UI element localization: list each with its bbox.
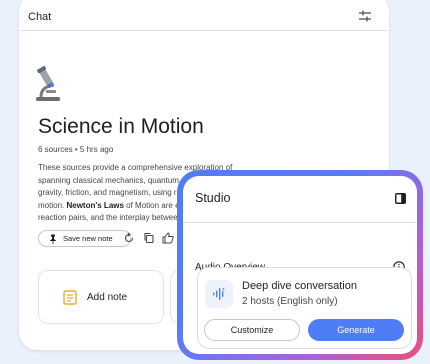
pin-icon xyxy=(50,234,56,244)
save-note-label: Save new note xyxy=(63,234,113,243)
add-note-button[interactable]: Add note xyxy=(38,270,164,324)
add-note-label: Add note xyxy=(87,292,128,303)
generate-button[interactable]: Generate xyxy=(308,319,404,341)
deep-dive-card: Deep dive conversation 2 hosts (English … xyxy=(197,267,412,349)
summary-text: of Motion are ex xyxy=(123,200,184,210)
chat-header: Chat xyxy=(19,0,389,31)
notebook-title: Science in Motion xyxy=(38,115,204,138)
summary-text: motion. xyxy=(38,200,65,210)
studio-title: Studio xyxy=(195,191,231,205)
thumbs-up-icon[interactable] xyxy=(162,232,174,244)
copy-icon[interactable] xyxy=(143,232,155,244)
notebook-meta: 6 sources • 5 hrs ago xyxy=(38,145,114,154)
save-note-button[interactable]: Save new note xyxy=(38,230,131,247)
deep-dive-subtitle: 2 hosts (English only) xyxy=(242,296,338,307)
summary-bold-text: Newton's Laws xyxy=(66,200,124,210)
tune-icon[interactable] xyxy=(358,9,372,23)
refresh-icon[interactable] xyxy=(123,232,135,244)
divider xyxy=(183,222,417,223)
note-icon xyxy=(63,290,77,305)
panel-icon[interactable] xyxy=(395,193,406,204)
chat-title: Chat xyxy=(28,11,52,23)
customize-button[interactable]: Customize xyxy=(204,319,300,341)
audio-badge xyxy=(205,280,233,308)
microscope-icon xyxy=(36,66,60,101)
audio-wave-icon xyxy=(213,287,225,300)
deep-dive-title: Deep dive conversation xyxy=(242,280,357,292)
